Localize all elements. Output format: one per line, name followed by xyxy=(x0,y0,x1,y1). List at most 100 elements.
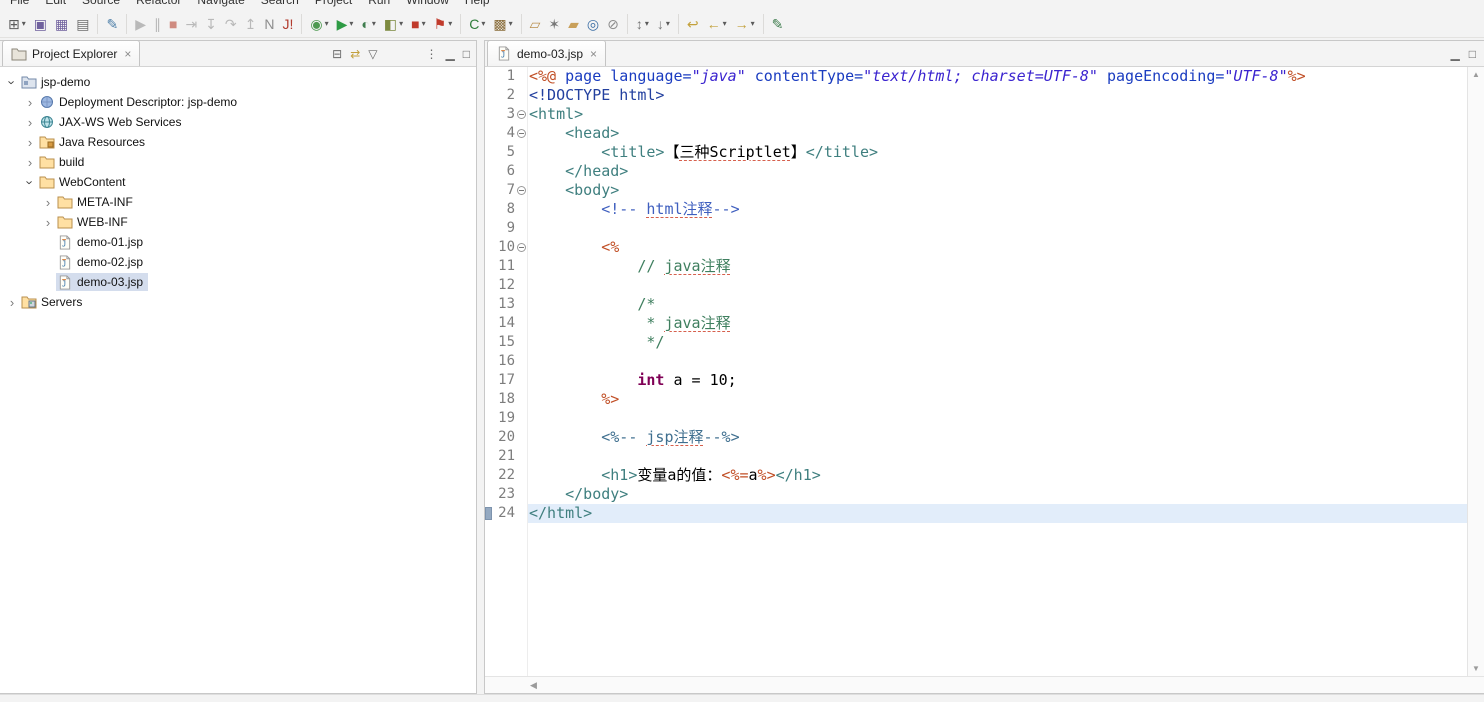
menu-window[interactable]: Window xyxy=(398,0,457,10)
minimize-icon[interactable]: ▁ xyxy=(446,48,455,60)
dropdown-arrow-icon[interactable]: ▾ xyxy=(666,19,670,28)
code-line-text[interactable] xyxy=(527,447,1467,466)
debug-flag-button[interactable]: ⚑▾ xyxy=(431,12,456,36)
code-line-text[interactable]: /* xyxy=(527,295,1467,314)
tree-item-demo-03-jsp[interactable]: Jdemo-03.jsp xyxy=(0,272,476,292)
tree-item-servers[interactable]: ›Servers xyxy=(0,292,476,312)
tree-item-jax-ws-web-services[interactable]: ›JAX-WS Web Services xyxy=(0,112,476,132)
menu-run[interactable]: Run xyxy=(360,0,398,10)
web-browser-button[interactable]: ◎ xyxy=(584,12,602,36)
dropdown-arrow-icon[interactable]: ▾ xyxy=(645,19,649,28)
horizontal-scrollbar[interactable]: ◀ xyxy=(485,676,1484,693)
dropdown-arrow-icon[interactable]: ▾ xyxy=(751,19,755,28)
tree-item-demo-02-jsp[interactable]: Jdemo-02.jsp xyxy=(0,252,476,272)
menu-navigate[interactable]: Navigate xyxy=(189,0,252,10)
save-all-button[interactable]: ▦ xyxy=(52,12,71,36)
minimize-icon[interactable]: ▁ xyxy=(1451,48,1460,60)
chevron-collapsed-icon[interactable]: › xyxy=(22,155,38,170)
open-type-button[interactable]: ▱ xyxy=(527,12,544,36)
code-line-text[interactable]: // java注释 xyxy=(527,257,1467,276)
dropdown-arrow-icon[interactable]: ▾ xyxy=(349,19,353,28)
tree-item-demo-01-jsp[interactable]: Jdemo-01.jsp xyxy=(0,232,476,252)
collapse-fold-icon[interactable] xyxy=(517,243,526,252)
dropdown-arrow-icon[interactable]: ▾ xyxy=(372,19,376,28)
annotations-button[interactable]: ↓▾ xyxy=(654,12,673,36)
scroll-down-icon[interactable]: ▼ xyxy=(1472,664,1480,673)
menu-project[interactable]: Project xyxy=(307,0,360,10)
skip-breakpoints-button[interactable]: N xyxy=(261,12,277,36)
code-line-text[interactable]: <%-- jsp注释--%> xyxy=(527,428,1467,447)
code-line-text[interactable]: <!DOCTYPE html> xyxy=(527,86,1467,105)
mark-occurrences-button[interactable]: ✎ xyxy=(769,12,787,36)
code-line-text[interactable]: <head> xyxy=(527,124,1467,143)
dropdown-arrow-icon[interactable]: ▾ xyxy=(325,19,329,28)
dropdown-arrow-icon[interactable]: ▾ xyxy=(481,19,485,28)
maximize-icon[interactable]: □ xyxy=(1469,48,1476,60)
debug-button[interactable]: ◉▾ xyxy=(307,12,331,36)
menu-help[interactable]: Help xyxy=(457,0,498,10)
code-editor[interactable]: 1<%@ page language="java" contentType="t… xyxy=(485,67,1467,676)
close-icon[interactable]: × xyxy=(590,47,597,61)
code-line-text[interactable] xyxy=(527,219,1467,238)
chevron-collapsed-icon[interactable]: › xyxy=(22,135,38,150)
menu-refactor[interactable]: Refactor xyxy=(128,0,189,10)
chevron-collapsed-icon[interactable]: › xyxy=(22,95,38,110)
chevron-expanded-icon[interactable]: › xyxy=(5,74,20,90)
code-line-text[interactable]: <%@ page language="java" contentType="te… xyxy=(527,67,1467,86)
code-line-text[interactable]: <html> xyxy=(527,105,1467,124)
chevron-expanded-icon[interactable]: › xyxy=(23,174,38,190)
code-line-text[interactable]: */ xyxy=(527,333,1467,352)
chevron-collapsed-icon[interactable]: › xyxy=(40,195,56,210)
collapse-fold-icon[interactable] xyxy=(517,129,526,138)
print-button[interactable]: ▤ xyxy=(73,12,92,36)
code-line-text[interactable] xyxy=(527,409,1467,428)
code-line-text[interactable]: </html> xyxy=(527,504,1467,523)
suspend-button[interactable]: ∥ xyxy=(151,12,164,36)
last-edit-location-button[interactable]: ↩ xyxy=(684,12,702,36)
code-line-text[interactable]: <body> xyxy=(527,181,1467,200)
terminate-button[interactable]: ■ xyxy=(166,12,180,36)
external-tools-button[interactable]: ✶ xyxy=(545,12,563,36)
run-history-button[interactable]: ◧▾ xyxy=(381,12,406,36)
maximize-icon[interactable]: □ xyxy=(463,48,470,60)
skip-all-breakpoints-button[interactable]: ⊘ xyxy=(604,12,622,36)
chevron-collapsed-icon[interactable]: › xyxy=(40,215,56,230)
code-line-text[interactable]: <h1>变量a的值：<%=a%></h1> xyxy=(527,466,1467,485)
chevron-collapsed-icon[interactable]: › xyxy=(22,115,38,130)
tree-item-java-resources[interactable]: ›Java Resources xyxy=(0,132,476,152)
scroll-left-icon[interactable]: ◀ xyxy=(530,680,537,691)
menu-source[interactable]: Source xyxy=(74,0,128,10)
tree-item-meta-inf[interactable]: ›META-INF xyxy=(0,192,476,212)
back-button[interactable]: ←▾ xyxy=(704,12,730,36)
sort-button[interactable]: ↕▾ xyxy=(633,12,652,36)
step-return-button[interactable]: ↥ xyxy=(242,12,260,36)
menu-edit[interactable]: Edit xyxy=(37,0,74,10)
open-resource-button[interactable]: ▰ xyxy=(565,12,582,36)
tree-item-build[interactable]: ›build xyxy=(0,152,476,172)
collapse-all-icon[interactable]: ⊟ xyxy=(332,48,342,60)
java-exception-button[interactable]: J! xyxy=(280,12,297,36)
menu-search[interactable]: Search xyxy=(253,0,307,10)
step-over-button[interactable]: ↷ xyxy=(222,12,240,36)
code-line-text[interactable]: * java注释 xyxy=(527,314,1467,333)
code-line-text[interactable]: <% xyxy=(527,238,1467,257)
tree-item-web-inf[interactable]: ›WEB-INF xyxy=(0,212,476,232)
vertical-scrollbar[interactable]: ▲ ▼ xyxy=(1467,67,1484,676)
dropdown-arrow-icon[interactable]: ▾ xyxy=(509,19,513,28)
sash[interactable] xyxy=(477,40,484,694)
chevron-collapsed-icon[interactable]: › xyxy=(4,295,20,310)
collapse-fold-icon[interactable] xyxy=(517,186,526,195)
view-menu-icon[interactable]: ⋮ xyxy=(426,48,438,60)
disconnect-button[interactable]: ⇥ xyxy=(182,12,200,36)
project-explorer-tab[interactable]: Project Explorer × xyxy=(2,40,140,66)
resume-button[interactable]: ▶ xyxy=(132,12,149,36)
open-task-button[interactable]: ✎ xyxy=(103,12,121,36)
dropdown-arrow-icon[interactable]: ▾ xyxy=(723,19,727,28)
code-line-text[interactable]: <title>【三种Scriptlet】</title> xyxy=(527,143,1467,162)
new-java-package-button[interactable]: ▩▾ xyxy=(490,12,515,36)
scroll-up-icon[interactable]: ▲ xyxy=(1472,70,1480,79)
tree-item-webcontent[interactable]: ›WebContent xyxy=(0,172,476,192)
run-button[interactable]: ▶▾ xyxy=(334,12,357,36)
menu-file[interactable]: File xyxy=(2,0,37,10)
code-line-text[interactable]: </head> xyxy=(527,162,1467,181)
